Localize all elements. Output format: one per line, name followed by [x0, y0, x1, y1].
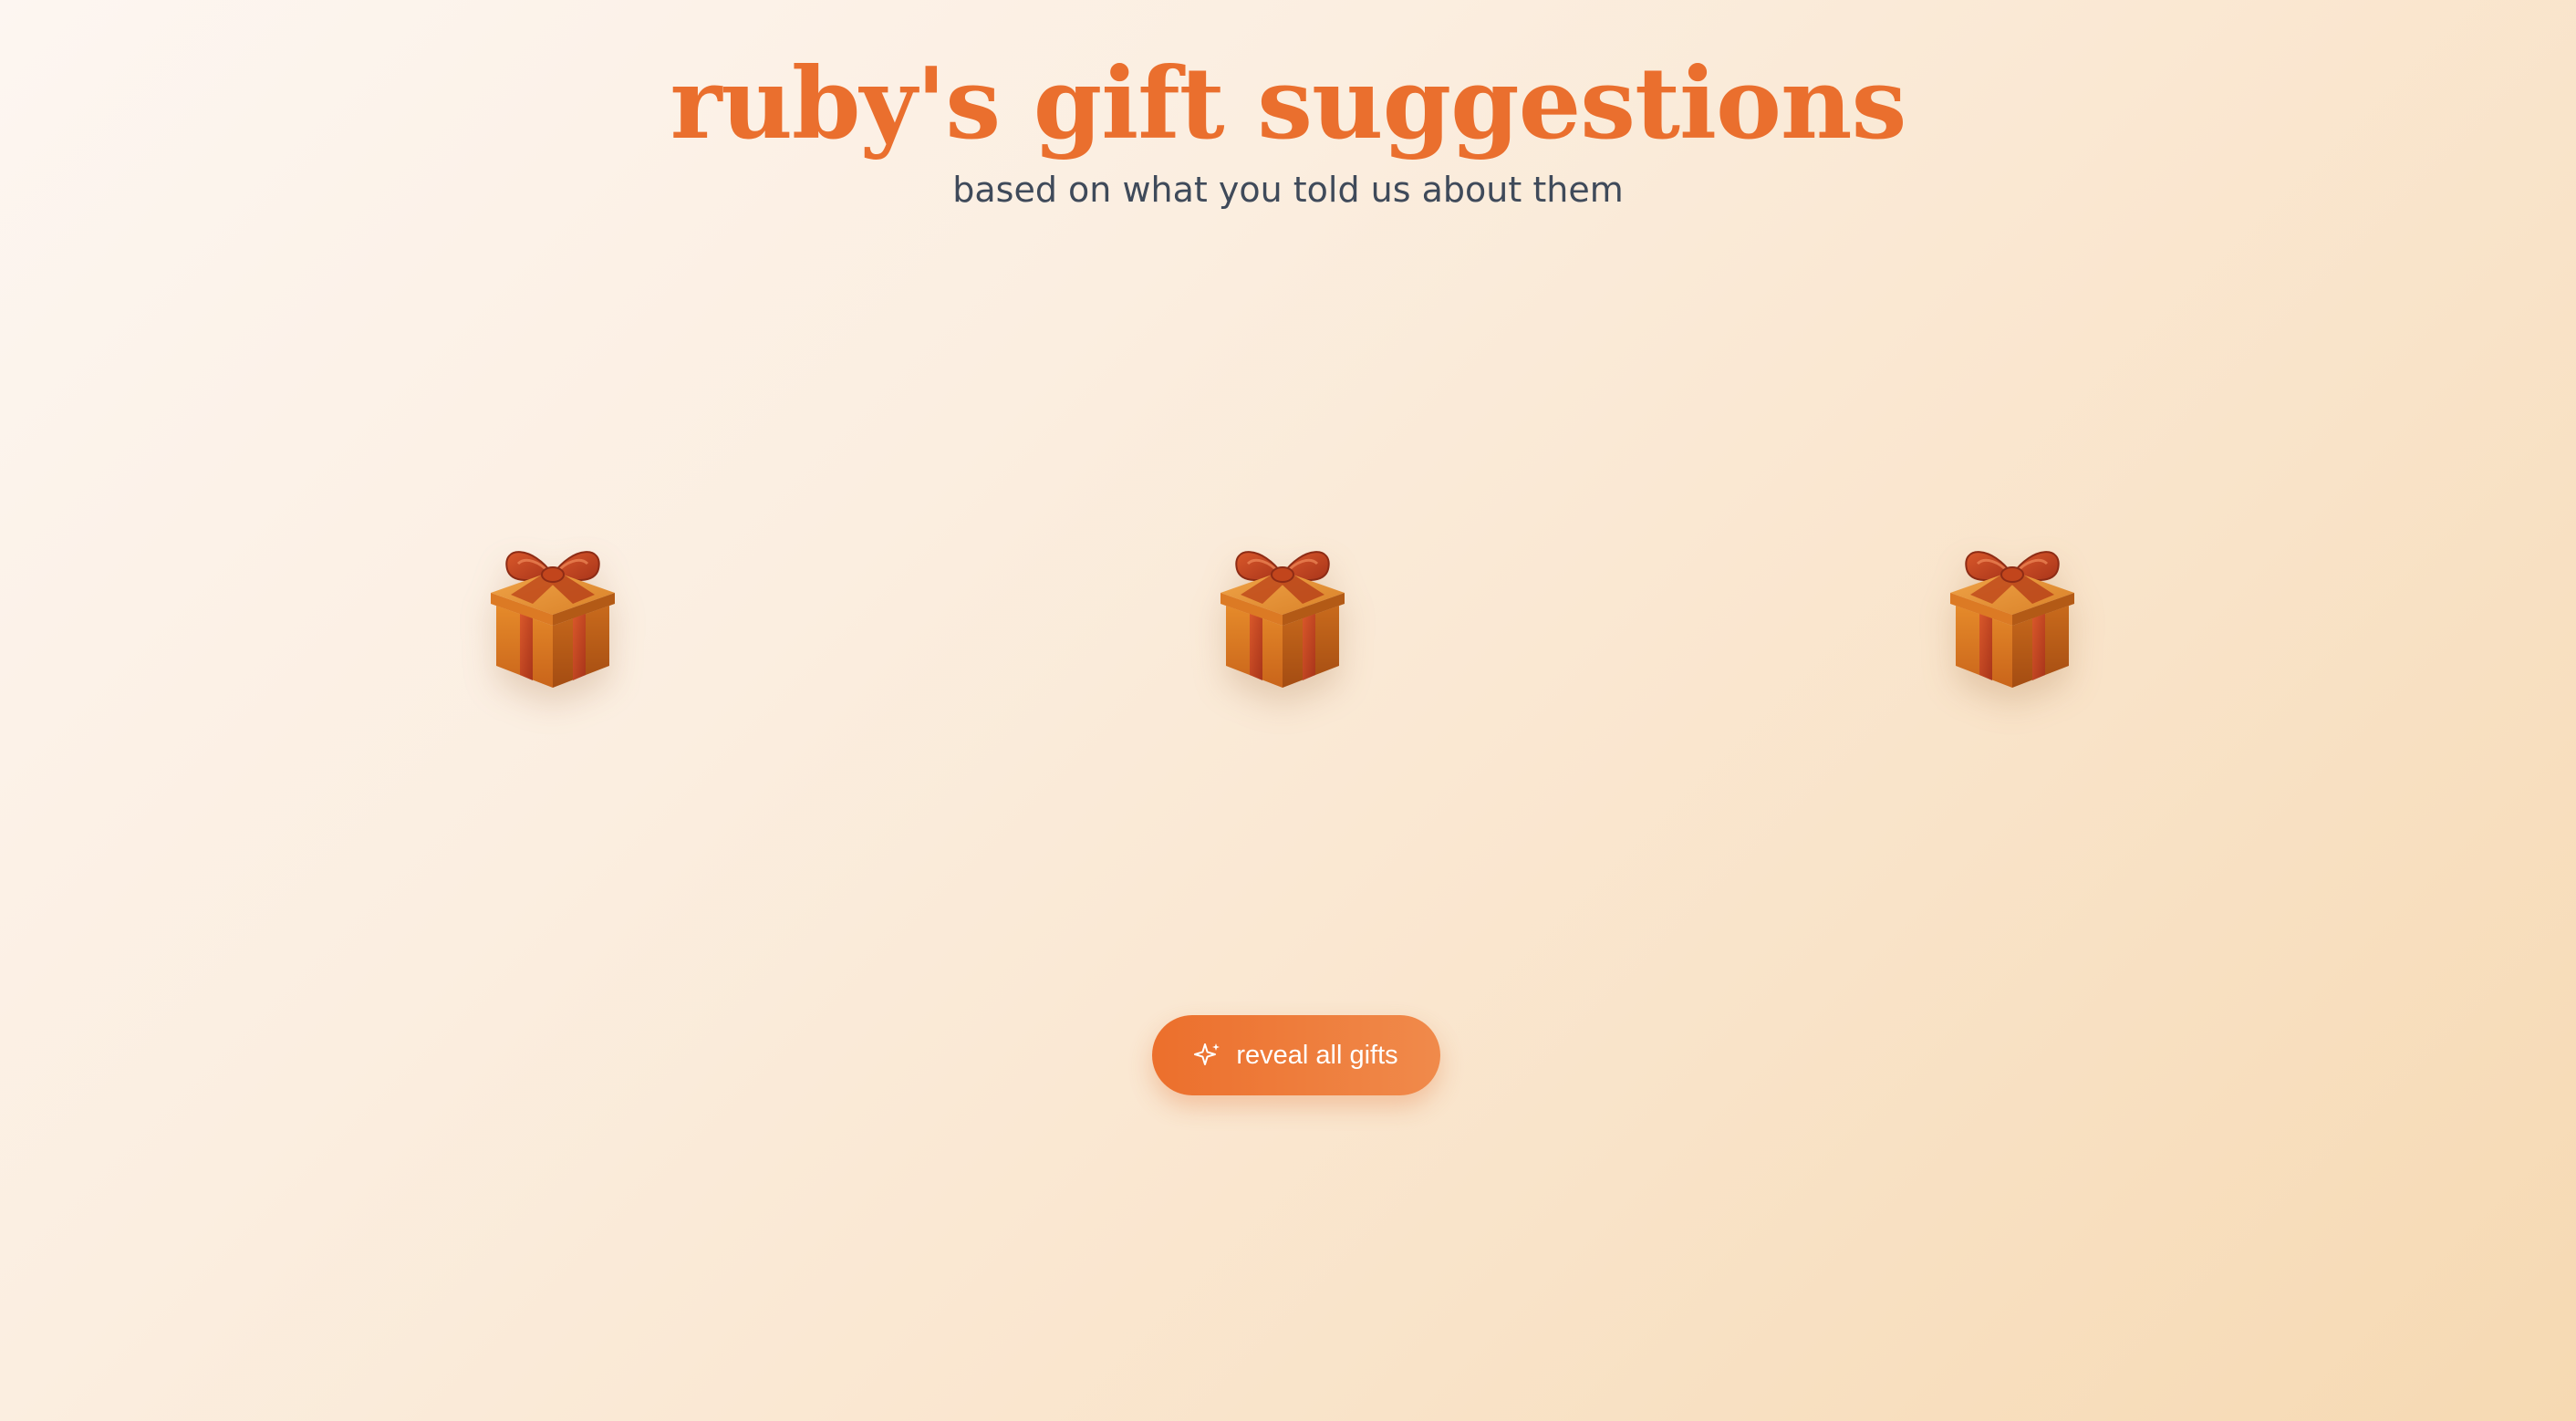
gift-card-2[interactable] — [1191, 518, 1374, 700]
gift-box-icon — [462, 518, 644, 700]
gift-card-1[interactable] — [462, 518, 644, 700]
gift-box-icon — [1191, 518, 1374, 700]
gift-box-icon — [1921, 518, 2103, 700]
gift-row — [0, 518, 2576, 700]
reveal-all-gifts-button[interactable]: reveal all gifts — [1152, 1015, 1440, 1095]
gift-card-3[interactable] — [1921, 518, 2103, 700]
page-title: ruby's gift suggestions — [670, 47, 1907, 161]
page-header: ruby's gift suggestions based on what yo… — [0, 47, 2576, 212]
page-subtitle: based on what you told us about them — [952, 170, 1624, 211]
sparkle-icon — [1194, 1043, 1220, 1065]
reveal-all-gifts-label: reveal all gifts — [1236, 1040, 1398, 1070]
